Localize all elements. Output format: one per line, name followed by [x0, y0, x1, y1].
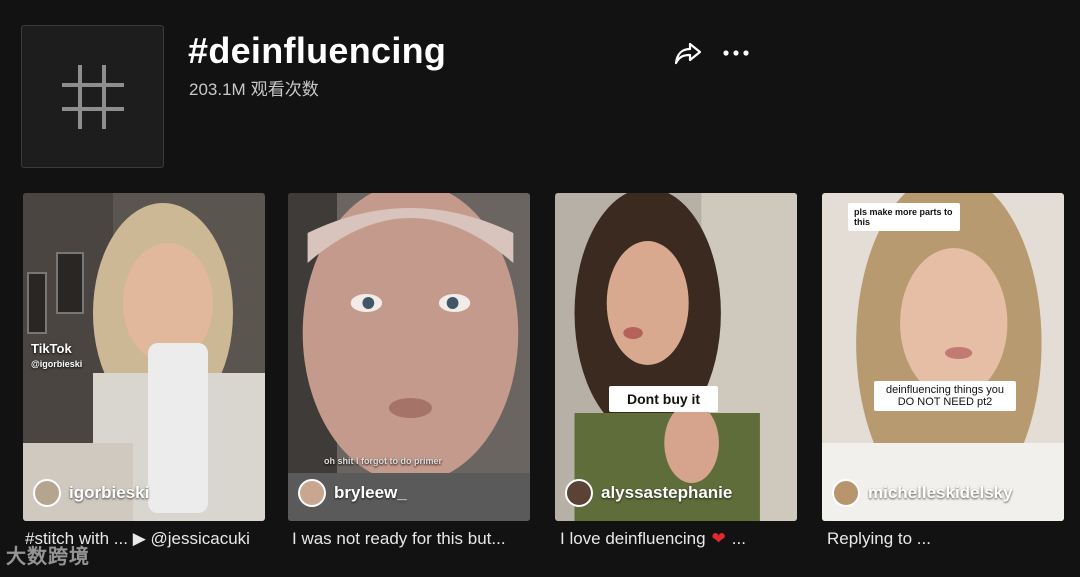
- video-thumbnail: [288, 193, 530, 521]
- video-caption[interactable]: Replying to ...: [827, 529, 1077, 549]
- video-author[interactable]: alyssastephanie: [565, 479, 732, 507]
- tiktok-watermark: TikTok: [31, 341, 72, 356]
- avatar: [298, 479, 326, 507]
- caption-text: I love deinfluencing: [560, 529, 706, 548]
- author-name: michelleskidelsky: [868, 483, 1013, 502]
- video-thumbnail: [822, 193, 1064, 521]
- video-text-overlay: deinfluencing things you DO NOT NEED pt2: [874, 381, 1016, 411]
- video-text-overlay: Dont buy it: [609, 386, 719, 412]
- video-card[interactable]: pls make more parts to this deinfluencin…: [822, 193, 1064, 521]
- avatar: [832, 479, 860, 507]
- hashtag-cover: [21, 25, 164, 168]
- video-card[interactable]: TikTok @igorbieski igorbieski: [23, 193, 265, 521]
- video-text-overlay: oh shit I forgot to do primer: [324, 456, 442, 466]
- video-thumbnail: [555, 193, 797, 521]
- share-icon[interactable]: [673, 38, 703, 68]
- video-card[interactable]: oh shit I forgot to do primer bryleew_: [288, 193, 530, 521]
- video-card[interactable]: Dont buy it alyssastephanie: [555, 193, 797, 521]
- author-name: igorbieski: [69, 483, 150, 502]
- tiktok-watermark-handle: @igorbieski: [31, 359, 83, 369]
- more-options-icon[interactable]: [721, 38, 751, 68]
- video-author[interactable]: michelleskidelsky: [832, 479, 1013, 507]
- avatar: [33, 479, 61, 507]
- video-thumbnail: [23, 193, 265, 521]
- video-caption[interactable]: I love deinfluencing ❤...: [560, 529, 810, 549]
- heart-icon: ❤: [711, 529, 726, 548]
- video-author[interactable]: bryleew_: [298, 479, 407, 507]
- view-count-label: 观看次数: [250, 80, 319, 99]
- video-caption[interactable]: I was not ready for this but...: [292, 529, 542, 549]
- caption-ellipsis: ...: [731, 529, 746, 548]
- comment-reply-bubble: pls make more parts to this: [848, 203, 960, 231]
- avatar: [565, 479, 593, 507]
- view-count: 203.1M 观看次数: [189, 75, 324, 100]
- view-count-value: 203.1M: [189, 80, 246, 99]
- video-author[interactable]: igorbieski: [33, 479, 149, 507]
- page-title: #deinfluencing: [188, 30, 447, 71]
- site-watermark: 大数跨境: [6, 546, 90, 568]
- author-name: alyssastephanie: [601, 483, 733, 502]
- hashtag-icon: [61, 64, 124, 129]
- author-name: bryleew_: [334, 483, 407, 502]
